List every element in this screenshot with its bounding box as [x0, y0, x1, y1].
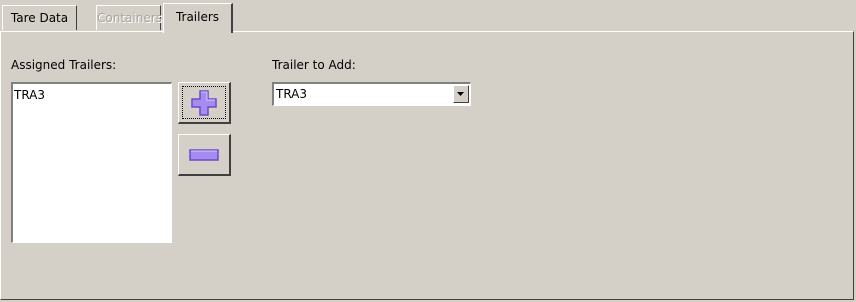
trailer-to-add-select[interactable]: TRA3: [272, 82, 471, 106]
trailer-to-add-label: Trailer to Add:: [272, 58, 356, 72]
dropdown-button[interactable]: [453, 85, 469, 103]
remove-trailer-button[interactable]: [178, 134, 231, 176]
selected-trailer: TRA3: [276, 87, 308, 101]
tab-containers: Containers: [96, 5, 162, 30]
assigned-trailers-list[interactable]: TRA3: [11, 82, 172, 243]
focus-rect: [182, 86, 226, 119]
tab-tare-data[interactable]: Tare Data: [2, 5, 77, 30]
list-item[interactable]: TRA3: [13, 84, 171, 102]
add-trailer-button[interactable]: [178, 82, 231, 124]
assigned-trailers-label: Assigned Trailers:: [11, 58, 117, 72]
tab-trailers[interactable]: Trailers: [163, 3, 233, 33]
minus-icon: [189, 148, 219, 161]
tab-strip: Tare Data Containers Trailers: [0, 0, 856, 33]
chevron-down-icon: [457, 92, 464, 96]
